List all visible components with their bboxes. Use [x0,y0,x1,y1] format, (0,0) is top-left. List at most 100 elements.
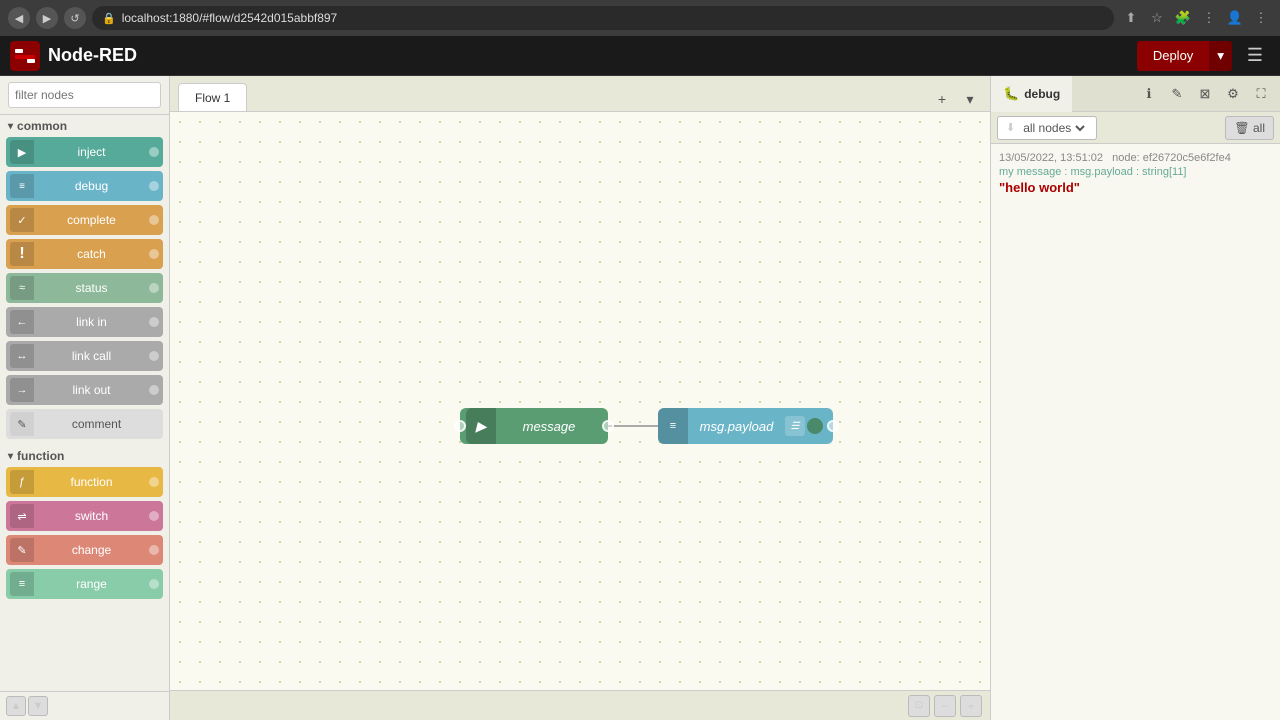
canvas-tabs: Flow 1 + ▾ [170,76,990,112]
debug-label: my message : msg.payload : string[11] [999,166,1272,178]
status-port-right [149,283,159,293]
rp-panel-actions: ℹ ✎ ⊠ ⚙ ⛶ [1136,81,1280,107]
category-common-label: common [17,119,67,133]
rp-edit-button[interactable]: ✎ [1164,81,1190,107]
catch-port-right [149,249,159,259]
rp-delete-button[interactable]: ⊠ [1192,81,1218,107]
flow-node-msgpayload[interactable]: ≡ msg.payload ☰ [658,408,833,444]
linkin-icon: ← [10,310,34,334]
node-catch-label: catch [34,247,149,261]
rp-settings-button[interactable]: ⚙ [1220,81,1246,107]
message-port-left [454,420,466,432]
debug-icon: ≡ [10,174,34,198]
rp-expand-button[interactable]: ⛶ [1248,81,1274,107]
node-range[interactable]: ≡ range [6,569,163,599]
complete-icon: ✓ [10,208,34,232]
inject-icon: ▶ [10,140,34,164]
msgpayload-icon: ≡ [658,408,688,444]
clear-btn-label: 🗑 all [1234,121,1265,135]
node-function[interactable]: ƒ function [6,467,163,497]
filter-icon: ⬇ [1006,121,1015,134]
extension-icon[interactable]: 🧩 [1172,7,1194,29]
zoom-reset-button[interactable]: ⊡ [908,695,930,717]
rp-tab-debug[interactable]: 🐛 debug [991,76,1072,112]
main-layout: ▾ common ▶ inject ≡ debug ✓ complete ! c… [0,76,1280,720]
nodes-filter[interactable]: ⬇ all nodes [997,116,1097,140]
right-panel: 🐛 debug ℹ ✎ ⊠ ⚙ ⛶ ⬇ all nodes 🗑 all [990,76,1280,720]
node-catch[interactable]: ! catch [6,239,163,269]
debug-value: "hello world" [999,180,1272,195]
linkin-port-right [149,317,159,327]
node-linkout-label: link out [34,383,149,397]
node-inject-label: inject [34,145,149,159]
canvas-tab-flow1-label: Flow 1 [195,91,230,105]
sidebar-scroll-buttons: ▲ ▼ [0,691,169,720]
nodes-filter-select[interactable]: all nodes [1019,120,1088,136]
browser-actions: ⬆ ☆ 🧩 ⋮ 👤 ⋮ [1120,7,1272,29]
debug-meta: 13/05/2022, 13:51:02 node: ef26720c5e6f2… [999,152,1272,164]
rp-info-button[interactable]: ℹ [1136,81,1162,107]
msgpayload-actions: ☰ [785,416,827,436]
debug-entry: 13/05/2022, 13:51:02 node: ef26720c5e6f2… [999,152,1272,195]
canvas[interactable]: ▶ message ≡ msg.payload ☰ [170,112,990,690]
zoom-in-button[interactable]: + [960,695,982,717]
message-port-right [602,420,614,432]
canvas-bottom-toolbar: ⊡ − + [170,690,990,720]
msgpayload-action-list[interactable]: ☰ [785,416,805,436]
back-button[interactable]: ◀ [8,7,30,29]
reload-button[interactable]: ↺ [64,7,86,29]
range-port-right [149,579,159,589]
clear-button[interactable]: 🗑 all [1225,116,1274,140]
canvas-tab-flow1[interactable]: Flow 1 [178,83,247,111]
nr-header: Node-RED Deploy ▾ ☰ [0,36,1280,76]
linkout-icon: → [10,378,34,402]
deploy-dropdown-button[interactable]: ▾ [1209,41,1232,71]
linkcall-port-right [149,351,159,361]
debug-timestamp: 13/05/2022, 13:51:02 [999,152,1103,164]
zoom-out-button[interactable]: − [934,695,956,717]
flow-options-button[interactable]: ▾ [958,87,982,111]
node-status[interactable]: ≈ status [6,273,163,303]
node-function-label: function [34,475,149,489]
comment-icon: ✎ [10,412,34,436]
node-switch[interactable]: ⇌ switch [6,501,163,531]
node-change[interactable]: ✎ change [6,535,163,565]
category-function[interactable]: ▾ function [0,445,169,465]
node-debug-label: debug [34,179,149,193]
linkout-port-right [149,385,159,395]
node-linkcall[interactable]: ↔ link call [6,341,163,371]
scroll-down-button[interactable]: ▼ [28,696,48,716]
filter-nodes-input[interactable] [8,82,161,108]
node-linkin[interactable]: ← link in [6,307,163,337]
add-flow-button[interactable]: + [930,87,954,111]
node-complete[interactable]: ✓ complete [6,205,163,235]
nr-menu-button[interactable]: ☰ [1240,41,1270,71]
nr-logo-icon [10,41,40,71]
deploy-button[interactable]: Deploy [1137,41,1209,71]
scroll-up-button[interactable]: ▲ [6,696,26,716]
debug-port-right [149,181,159,191]
canvas-tab-actions: + ▾ [930,87,982,111]
url-bar[interactable]: 🔒 localhost:1880/#flow/d2542d015abbf897 [92,6,1114,30]
node-linkout[interactable]: → link out [6,375,163,405]
inject-port-right [149,147,159,157]
menu-icon-1[interactable]: ⋮ [1198,7,1220,29]
menu-icon-2[interactable]: ⋮ [1250,7,1272,29]
node-debug[interactable]: ≡ debug [6,171,163,201]
node-linkin-label: link in [34,315,149,329]
bookmark-icon[interactable]: ☆ [1146,7,1168,29]
category-common[interactable]: ▾ common [0,115,169,135]
node-comment[interactable]: ✎ comment [6,409,163,439]
debug-tab-icon: 🐛 [1003,86,1019,102]
category-arrow-common: ▾ [8,121,13,132]
complete-port-right [149,215,159,225]
profile-icon[interactable]: 👤 [1224,7,1246,29]
share-icon[interactable]: ⬆ [1120,7,1142,29]
flow-node-message[interactable]: ▶ message [460,408,608,444]
sidebar: ▾ common ▶ inject ≡ debug ✓ complete ! c… [0,76,170,720]
node-inject[interactable]: ▶ inject [6,137,163,167]
debug-node-id: node: [1112,152,1143,164]
forward-button[interactable]: ▶ [36,7,58,29]
function-icon: ƒ [10,470,34,494]
msgpayload-action-dot[interactable] [807,418,823,434]
